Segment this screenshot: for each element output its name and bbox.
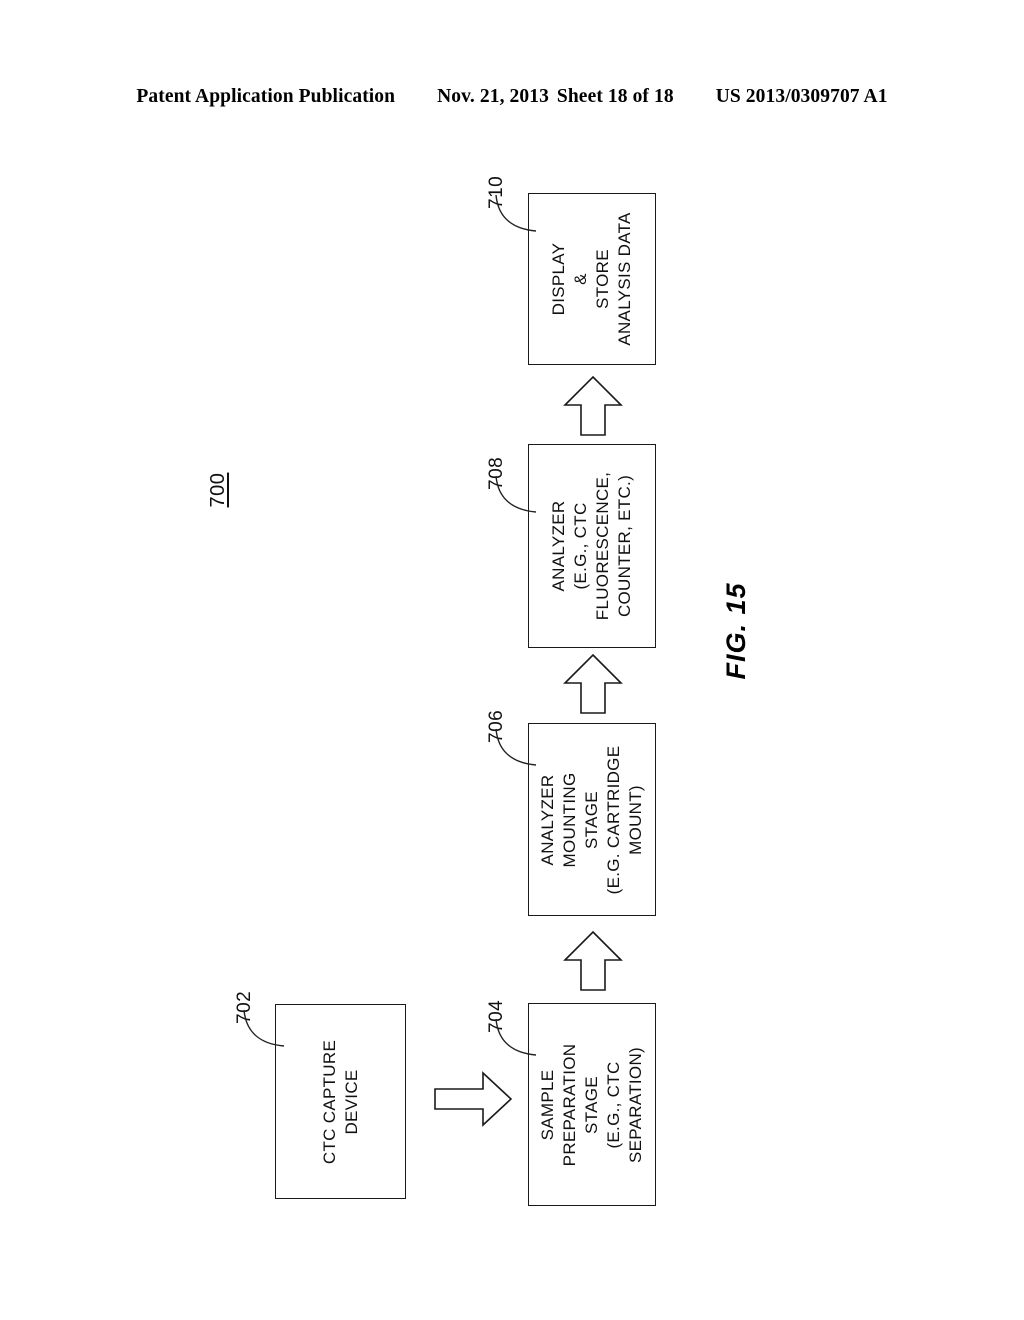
flow-box-ctc-capture-device: CTC CAPTURE DEVICE xyxy=(275,1004,406,1199)
reference-numeral-700: 700 xyxy=(207,472,229,508)
leader-line-704 xyxy=(494,1017,538,1059)
leader-line-706 xyxy=(494,727,538,769)
arrow-capture-device-to-sample-prep xyxy=(433,1071,513,1127)
leader-line-702 xyxy=(242,1008,286,1050)
flow-box-display-store-analysis-data: DISPLAY & STORE ANALYSIS DATA xyxy=(528,193,656,365)
flow-box-label: ANALYZER (E.G., CTC FLUORESCENCE, COUNTE… xyxy=(548,471,635,621)
arrow-analyzer-to-display xyxy=(563,375,623,437)
leader-line-708 xyxy=(494,474,538,516)
flow-box-label: CTC CAPTURE DEVICE xyxy=(319,1039,361,1164)
flow-box-label: DISPLAY & STORE ANALYSIS DATA xyxy=(548,212,635,346)
figure-15-diagram: DISPLAY & STORE ANALYSIS DATA 710 ANALYZ… xyxy=(0,0,1024,1320)
flow-box-label: ANALYZER MOUNTING STAGE (E.G. CARTRIDGE … xyxy=(537,745,646,894)
arrow-mounting-stage-to-analyzer xyxy=(563,653,623,715)
flow-box-analyzer-mounting-stage: ANALYZER MOUNTING STAGE (E.G. CARTRIDGE … xyxy=(528,723,656,916)
flow-box-analyzer: ANALYZER (E.G., CTC FLUORESCENCE, COUNTE… xyxy=(528,444,656,648)
flow-box-sample-preparation-stage: SAMPLE PREPARATION STAGE (E.G., CTC SEPA… xyxy=(528,1003,656,1206)
figure-caption: FIG. 15 xyxy=(721,582,751,680)
flow-box-label: SAMPLE PREPARATION STAGE (E.G., CTC SEPA… xyxy=(537,1043,646,1166)
leader-line-710 xyxy=(494,193,538,235)
arrow-sample-prep-to-mounting-stage xyxy=(563,930,623,992)
